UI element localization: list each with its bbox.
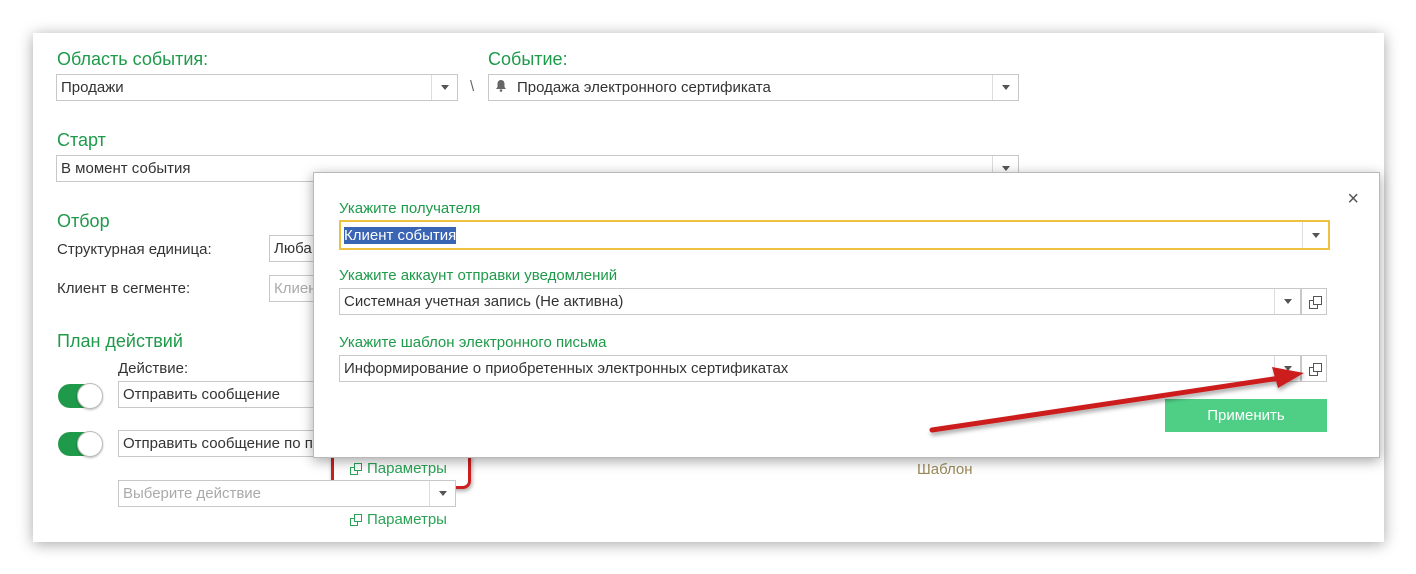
arrow-annotation: [929, 367, 1304, 433]
